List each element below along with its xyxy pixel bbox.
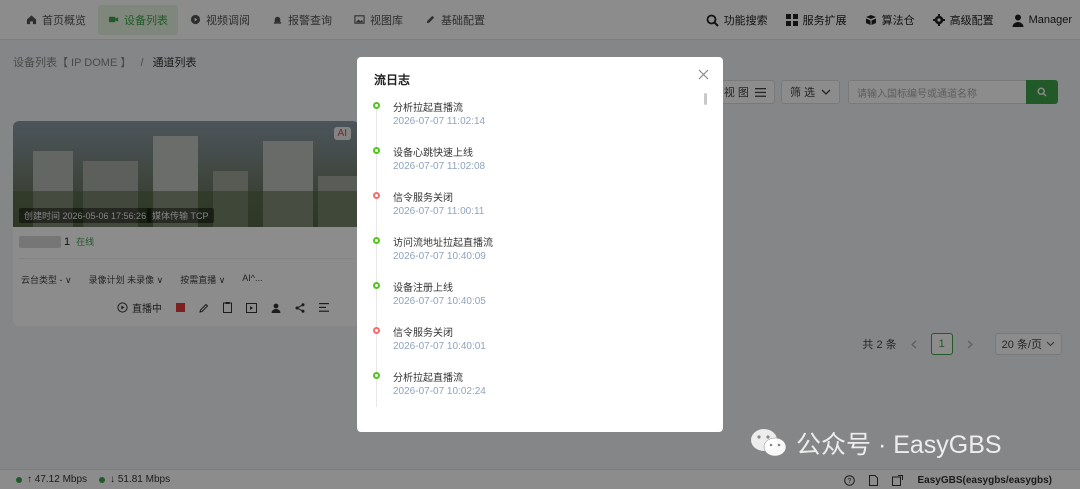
wechat-logo-icon bbox=[751, 429, 787, 457]
log-label: 访问流地址拉起直播流 bbox=[393, 238, 493, 249]
status-dot bbox=[373, 282, 380, 289]
log-time: 2026-07-07 10:02:24 bbox=[393, 386, 486, 397]
status-dot bbox=[373, 327, 380, 334]
log-label: 设备注册上线 bbox=[393, 283, 453, 294]
status-dot bbox=[373, 237, 380, 244]
log-timeline: 分析拉起直播流 2026-07-07 11:02:14 设备心跳快速上线 202… bbox=[371, 99, 691, 407]
log-time: 2026-07-07 11:02:08 bbox=[393, 161, 486, 172]
stream-log-dialog: 流日志 分析拉起直播流 2026-07-07 11:02:14 设备心跳快速上线… bbox=[357, 57, 723, 432]
log-time: 2026-07-07 10:40:01 bbox=[393, 341, 486, 352]
status-dot bbox=[373, 147, 380, 154]
scrollbar[interactable] bbox=[704, 93, 707, 105]
dialog-title: 流日志 bbox=[374, 73, 411, 87]
log-time: 2026-07-07 10:40:09 bbox=[393, 251, 486, 262]
log-time: 2026-07-07 10:40:05 bbox=[393, 296, 486, 307]
log-time: 2026-07-07 11:00:11 bbox=[393, 206, 485, 217]
close-button[interactable] bbox=[698, 69, 709, 83]
log-label: 分析拉起直播流 bbox=[393, 373, 463, 384]
wechat-watermark: 公众号 · EasyGBS bbox=[750, 425, 1002, 461]
watermark-text: 公众号 · EasyGBS bbox=[796, 431, 1002, 459]
status-dot bbox=[373, 102, 380, 109]
status-dot bbox=[373, 372, 380, 379]
log-label: 分析拉起直播流 bbox=[393, 103, 463, 114]
log-label: 信令服务关闭 bbox=[393, 193, 453, 204]
status-dot bbox=[373, 192, 380, 199]
close-icon bbox=[698, 69, 709, 80]
log-time: 2026-07-07 11:02:14 bbox=[393, 116, 486, 127]
log-label: 信令服务关闭 bbox=[393, 328, 453, 339]
log-label: 设备心跳快速上线 bbox=[393, 148, 473, 159]
